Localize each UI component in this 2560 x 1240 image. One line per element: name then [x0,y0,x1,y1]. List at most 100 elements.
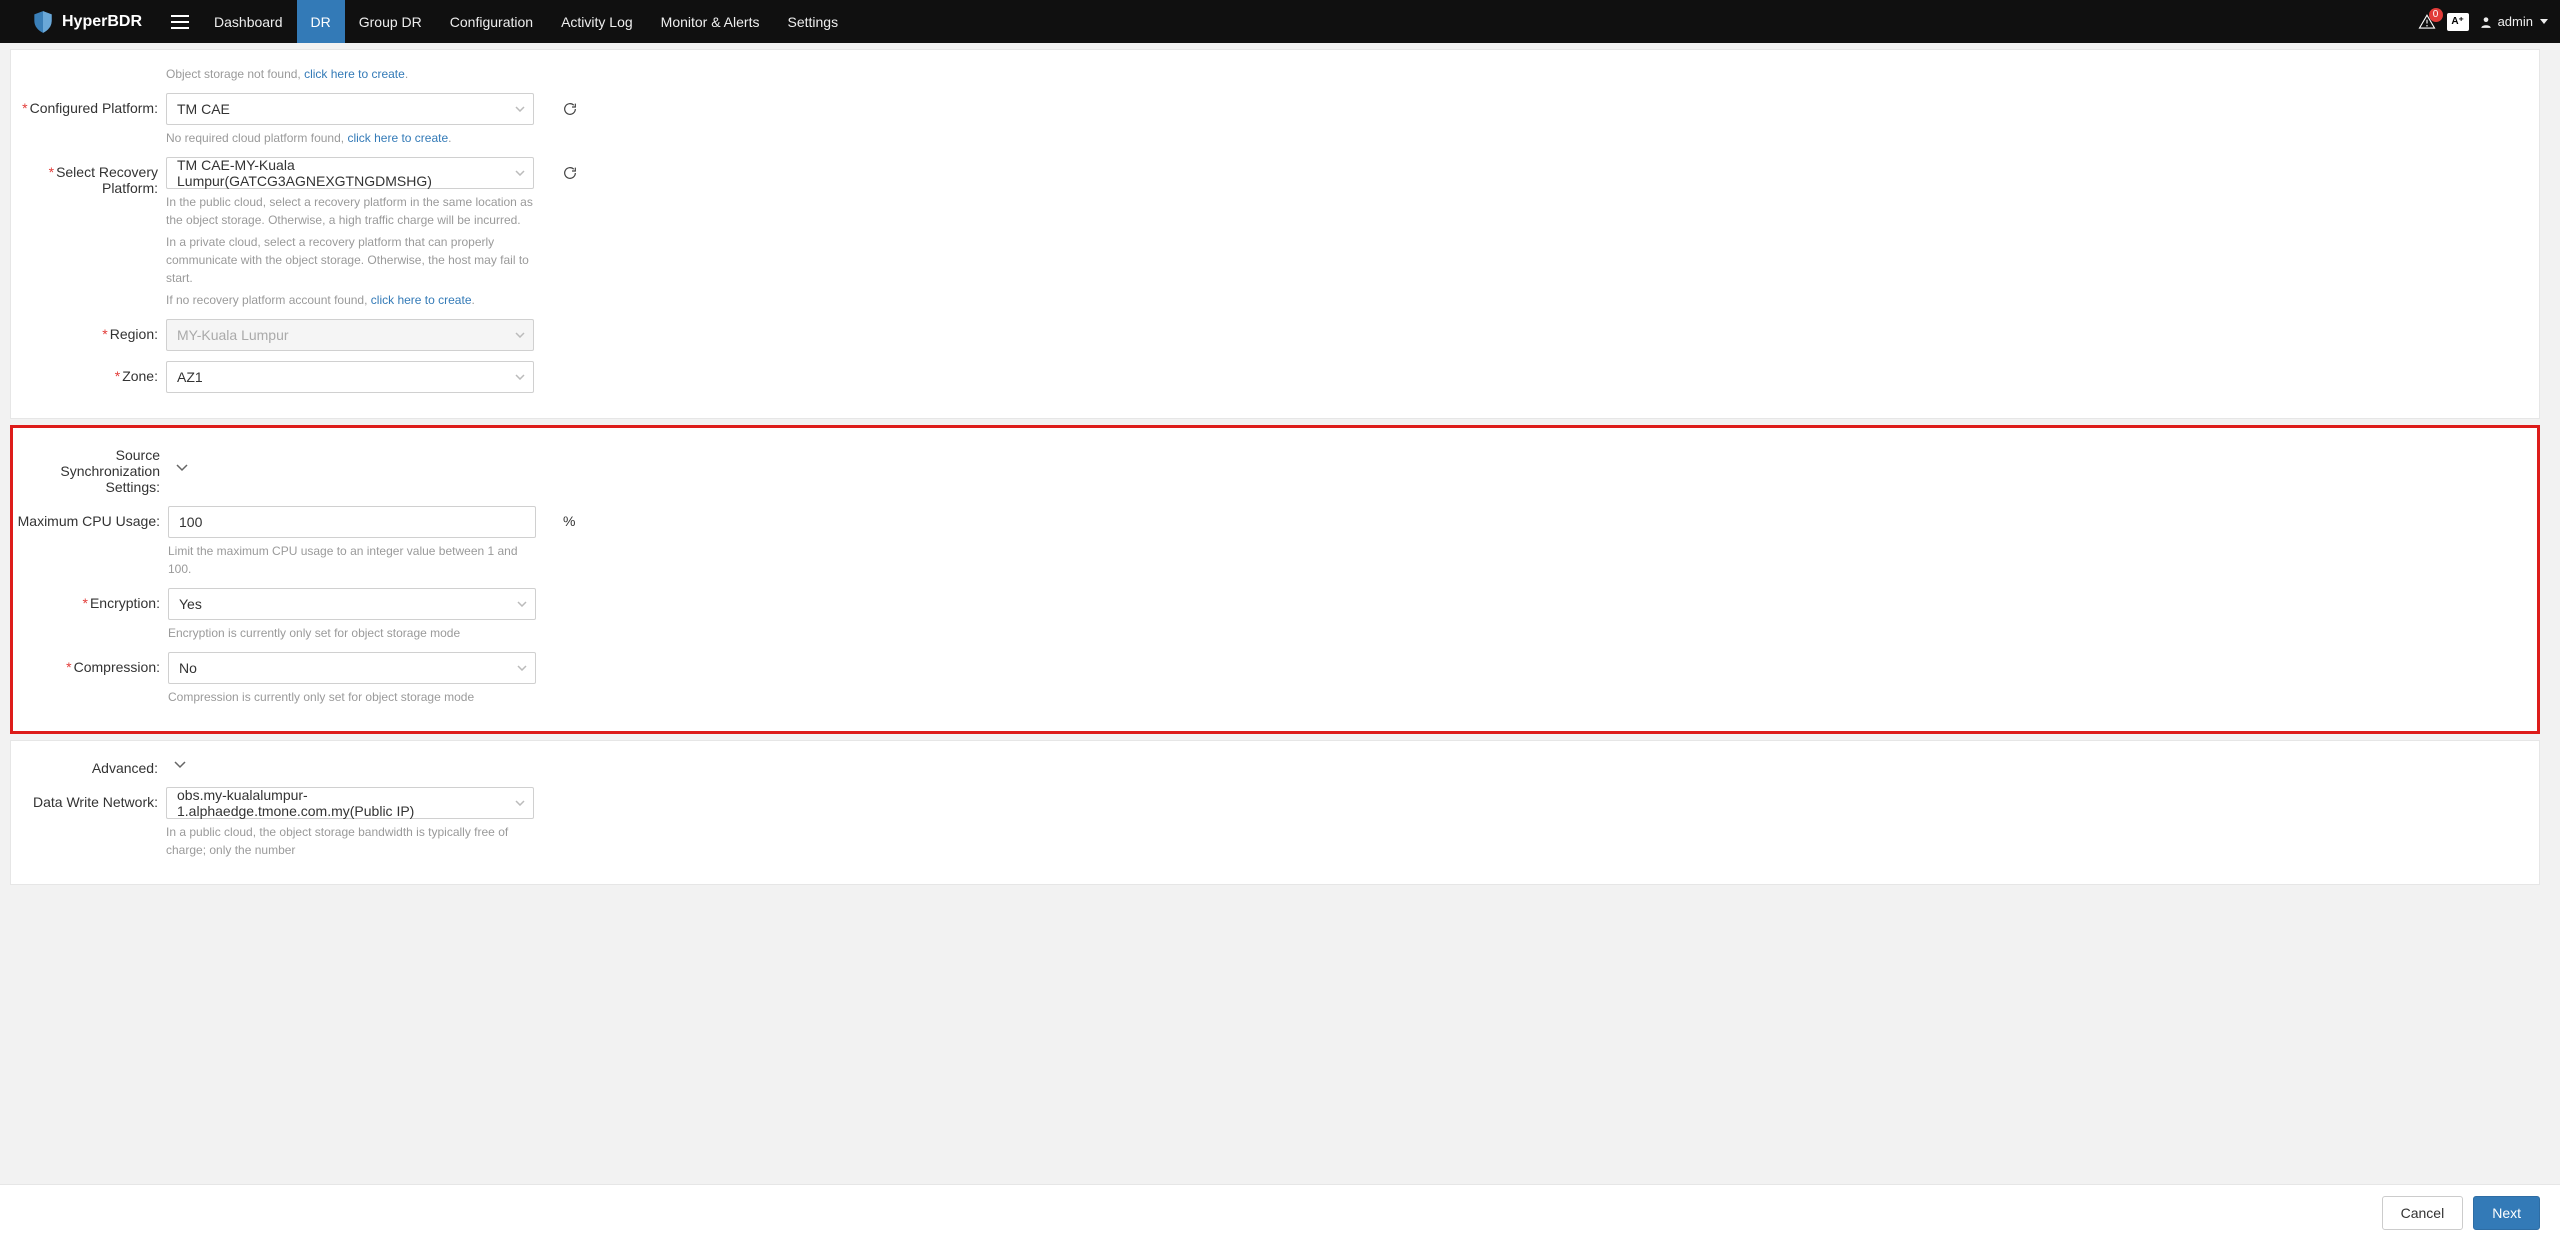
nav-item-monitor-alerts[interactable]: Monitor & Alerts [647,0,774,43]
label-zone: *Zone: [11,361,166,384]
row-configured-platform: *Configured Platform: TM CAE No required… [11,88,2539,152]
chevron-down-icon [176,464,188,472]
refresh-configured-platform[interactable] [561,100,579,118]
next-button[interactable]: Next [2473,1196,2540,1230]
refresh-icon [562,165,578,181]
lang-badge-text: A⁺ [2451,16,2464,27]
hamburger-icon [171,15,189,29]
hint-recovery-3: If no recovery platform account found, c… [166,291,534,309]
row-encryption: *Encryption: Yes Encryption is currently… [13,583,2537,647]
refresh-recovery-platform[interactable] [561,164,579,182]
chevron-down-icon [515,374,525,380]
nav-item-activity-log[interactable]: Activity Log [547,0,647,43]
language-toggle[interactable]: A⁺ [2447,13,2469,31]
select-data-write-network[interactable]: obs.my-kualalumpur-1.alphaedge.tmone.com… [166,787,534,819]
label-data-write: Data Write Network: [11,787,166,810]
hint-recovery-1: In the public cloud, select a recovery p… [166,193,534,229]
user-menu[interactable]: admin [2479,14,2548,29]
hint-compression: Compression is currently only set for ob… [168,688,536,706]
select-value: Yes [179,596,202,612]
hint-max-cpu: Limit the maximum CPU usage to an intege… [168,542,536,578]
chevron-down-icon [515,800,525,806]
row-zone: *Zone: AZ1 [11,356,2539,398]
label-recovery-platform: *Select Recovery Platform: [11,157,166,196]
select-region[interactable]: MY-Kuala Lumpur [166,319,534,351]
chevron-down-icon [515,332,525,338]
user-name: admin [2498,14,2533,29]
nav-item-dashboard[interactable]: Dashboard [200,0,297,43]
cancel-button[interactable]: Cancel [2382,1196,2464,1230]
chevron-down-icon [174,761,186,769]
row-region: *Region: MY-Kuala Lumpur [11,314,2539,356]
nav-label: Activity Log [561,14,633,30]
row-data-write-network: Data Write Network: obs.my-kualalumpur-1… [11,782,2539,864]
label-empty [11,61,166,68]
top-nav-right: 0 A⁺ admin [2417,12,2548,32]
nav-item-settings[interactable]: Settings [773,0,852,43]
label-region: *Region: [11,319,166,342]
nav-label: DR [311,14,331,30]
chevron-down-icon [515,170,525,176]
select-value: MY-Kuala Lumpur [177,327,289,343]
brand-text: HyperBDR [62,13,142,31]
panel-advanced: Advanced: Data Write Network: obs.my-kua… [10,740,2540,885]
select-compression[interactable]: No [168,652,536,684]
select-value: TM CAE-MY-Kuala Lumpur(GATCG3AGNEXGTNGDM… [177,157,505,189]
nav-label: Configuration [450,14,533,30]
nav-item-group-dr[interactable]: Group DR [345,0,436,43]
input-max-cpu[interactable] [168,506,536,538]
chevron-down-icon [515,106,525,112]
caret-down-icon [2540,19,2548,24]
select-zone[interactable]: AZ1 [166,361,534,393]
top-nav-left: HyperBDR Dashboard DR Group DR Configura… [0,0,852,43]
refresh-icon [562,101,578,117]
nav-label: Monitor & Alerts [661,14,760,30]
input-max-cpu-field[interactable] [179,507,507,537]
select-value: obs.my-kualalumpur-1.alphaedge.tmone.com… [177,787,505,819]
label-configured-platform: *Configured Platform: [11,93,166,116]
select-value: AZ1 [177,369,203,385]
panel-dr-platform: Object storage not found, click here to … [10,49,2540,419]
label-max-cpu: Maximum CPU Usage: [13,506,168,529]
nav-label: Group DR [359,14,422,30]
select-value: TM CAE [177,101,230,117]
row-recovery-platform: *Select Recovery Platform: TM CAE-MY-Kua… [11,152,2539,314]
section-sync-title: Source Synchronization Settings: [13,440,168,495]
nav-item-dr[interactable]: DR [297,0,345,43]
nav-item-configuration[interactable]: Configuration [436,0,547,43]
chevron-down-icon [517,601,527,607]
select-recovery-platform[interactable]: TM CAE-MY-Kuala Lumpur(GATCG3AGNEXGTNGDM… [166,157,534,189]
section-advanced-header[interactable]: Advanced: [11,747,2539,782]
row-object-storage-hint: Object storage not found, click here to … [11,56,2539,88]
hint-configured-platform: No required cloud platform found, click … [166,129,534,147]
section-advanced-title: Advanced: [11,753,166,776]
unit-percent: % [563,513,575,529]
alert-badge: 0 [2429,8,2443,22]
link-create-recovery-platform[interactable]: click here to create [371,293,472,307]
hamburger-menu[interactable] [160,0,200,43]
section-sync-header[interactable]: Source Synchronization Settings: [13,434,2537,501]
chevron-down-icon [517,665,527,671]
row-max-cpu: Maximum CPU Usage: Limit the maximum CPU… [13,501,2537,583]
page-body: Object storage not found, click here to … [0,49,2560,1190]
label-encryption: *Encryption: [13,588,168,611]
panel-sync-settings: Source Synchronization Settings: Maximum… [10,425,2540,734]
link-create-object-storage[interactable]: click here to create [304,67,405,81]
alerts-button[interactable]: 0 [2417,12,2437,32]
brand: HyperBDR [0,9,160,35]
link-create-platform[interactable]: click here to create [347,131,448,145]
hint-encryption: Encryption is currently only set for obj… [168,624,536,642]
shield-logo-icon [30,9,56,35]
row-compression: *Compression: No Compression is currentl… [13,647,2537,711]
top-nav: HyperBDR Dashboard DR Group DR Configura… [0,0,2560,43]
hint-data-write: In a public cloud, the object storage ba… [166,823,534,859]
footer-bar: Cancel Next [0,1184,2560,1240]
select-configured-platform[interactable]: TM CAE [166,93,534,125]
user-icon [2479,15,2493,29]
hint-recovery-2: In a private cloud, select a recovery pl… [166,233,534,287]
nav-label: Dashboard [214,14,283,30]
select-encryption[interactable]: Yes [168,588,536,620]
select-value: No [179,660,197,676]
nav-label: Settings [787,14,838,30]
hint-object-storage: Object storage not found, click here to … [166,65,534,83]
